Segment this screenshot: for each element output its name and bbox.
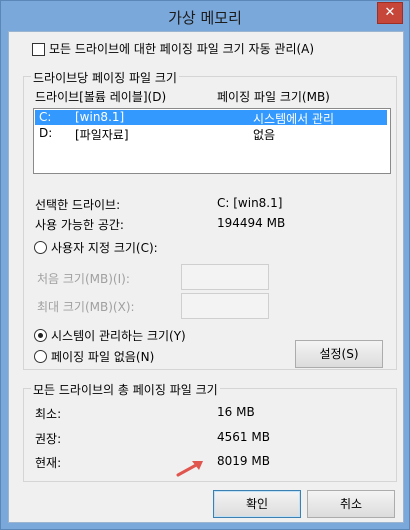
initial-size-input[interactable] [181,264,269,290]
min-value: 16 MB [217,405,255,419]
cancel-button[interactable]: 취소 [307,490,395,518]
window-title: 가상 메모리 [168,9,242,27]
system-managed-radio[interactable] [34,329,47,342]
per-drive-legend: 드라이브당 페이징 파일 크기 [31,69,179,86]
drive-list[interactable]: C: [win8.1] 시스템에서 관리 D: [파일자료] 없음 [33,108,391,174]
set-button[interactable]: 설정(S) [295,340,383,368]
drive-paging-size: 시스템에서 관리 [253,112,335,126]
selected-drive-label: 선택한 드라이브: [35,198,121,212]
auto-manage-label[interactable]: 모든 드라이브에 대한 페이징 파일 크기 자동 관리(A) [49,40,314,57]
custom-size-radio[interactable] [34,241,47,254]
no-paging-label[interactable]: 페이징 파일 없음(N) [51,348,154,365]
title-bar[interactable]: 가상 메모리 ✕ [1,1,409,31]
free-space-value: 194494 MB [217,216,286,230]
ok-button[interactable]: 확인 [213,490,301,518]
drive-volume-label: [파일자료] [75,128,129,142]
red-arrow-icon [176,461,203,477]
drive-row-d[interactable]: D: [파일자료] 없음 [35,126,387,142]
recommended-label: 권장: [35,432,62,446]
min-label: 최소: [35,407,62,421]
drive-volume-label: [win8.1] [75,110,125,124]
initial-size-label: 처음 크기(MB)(I): [37,272,130,286]
drive-paging-size: 없음 [253,128,276,142]
totals-group [23,388,397,482]
drive-row-c[interactable]: C: [win8.1] 시스템에서 관리 [35,110,387,126]
max-size-input[interactable] [181,293,269,319]
auto-manage-checkbox[interactable] [32,43,45,56]
selected-drive-value: C: [win8.1] [217,196,283,210]
totals-legend: 모든 드라이브의 총 페이징 파일 크기 [31,381,220,398]
custom-size-label[interactable]: 사용자 지정 크기(C): [51,239,158,256]
free-space-label: 사용 가능한 공간: [35,218,124,232]
column-header-size: 페이징 파일 크기(MB) [217,90,330,104]
recommended-value: 4561 MB [217,430,270,444]
drive-letter: C: [39,110,52,124]
dialog-body: 모든 드라이브에 대한 페이징 파일 크기 자동 관리(A) 드라이브당 페이징… [8,31,404,523]
current-label: 현재: [35,456,62,470]
system-managed-label[interactable]: 시스템이 관리하는 크기(Y) [51,327,186,344]
no-paging-radio[interactable] [34,350,47,363]
virtual-memory-window: 가상 메모리 ✕ 모든 드라이브에 대한 페이징 파일 크기 자동 관리(A) … [0,0,410,530]
drive-letter: D: [39,126,53,140]
column-header-drive: 드라이브[볼륨 레이블](D) [35,90,167,104]
max-size-label: 최대 크기(MB)(X): [37,300,135,314]
current-value: 8019 MB [217,454,270,468]
close-icon[interactable]: ✕ [377,2,403,24]
